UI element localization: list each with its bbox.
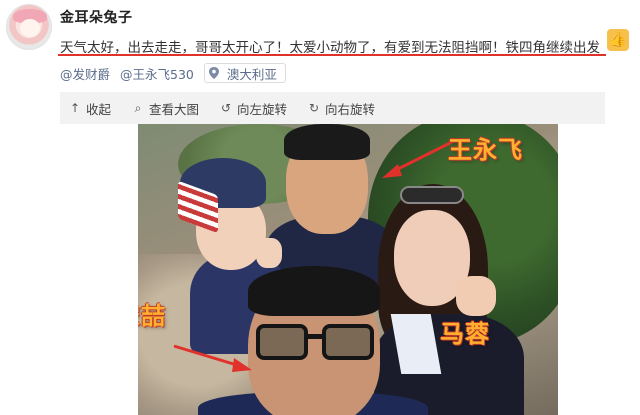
rotate-left-icon: ↺ (221, 101, 232, 115)
mentions-row: @发财爵 @王永飞530 澳大利亚 (60, 62, 286, 84)
collapse-button[interactable]: ↑ 收起 (68, 99, 111, 118)
view-large-button[interactable]: ⌕ 查看大图 (131, 99, 199, 118)
magnifier-icon: ⌕ (134, 100, 142, 115)
rotate-right-label: 向右旋转 (325, 101, 376, 117)
username[interactable]: 金耳朵兔子 (60, 7, 133, 27)
peace-sign-hand (456, 276, 496, 316)
mention-link-1[interactable]: @发财爵 (60, 64, 110, 83)
post-photo[interactable]: 王永飞 宋喆 马蓉 (138, 124, 558, 415)
sunglasses-on-head (400, 186, 464, 204)
label-ma: 马蓉 (440, 320, 490, 348)
label-song: 宋喆 (138, 302, 166, 330)
label-wang: 王永飞 (448, 136, 523, 164)
rotate-left-label: 向左旋转 (237, 101, 288, 117)
post-text: 天气太好，出去走走，哥哥太开心了！太爱小动物了，有爱到无法阻挡啊！铁四角继续出发 (60, 40, 600, 56)
image-toolbar: ↑ 收起 ⌕ 查看大图 ↺ 向左旋转 ↻ 向右旋转 (60, 92, 605, 124)
thumbs-up-icon: 👍 (607, 29, 629, 51)
avatar-face (20, 19, 40, 37)
view-large-label: 查看大图 (149, 101, 200, 117)
arrow-to-song-icon (173, 344, 252, 372)
red-underline (58, 54, 606, 56)
location-label: 澳大利亚 (226, 66, 277, 82)
up-arrow-icon: ↑ (69, 101, 81, 115)
mention-link-2[interactable]: @王永飞530 (120, 64, 194, 83)
rotate-left-button[interactable]: ↺ 向左旋转 (219, 99, 287, 118)
location-tag[interactable]: 澳大利亚 (203, 63, 286, 83)
eyeglasses (256, 324, 374, 362)
child-peace-hand (256, 238, 282, 268)
man-back-hair (284, 124, 370, 160)
avatar[interactable] (6, 4, 52, 50)
man-front-hair (248, 266, 380, 316)
rotate-right-icon: ↻ (309, 101, 320, 115)
collapse-label: 收起 (86, 101, 112, 117)
location-pin-icon (208, 67, 219, 79)
rotate-right-button[interactable]: ↻ 向右旋转 (307, 99, 375, 118)
